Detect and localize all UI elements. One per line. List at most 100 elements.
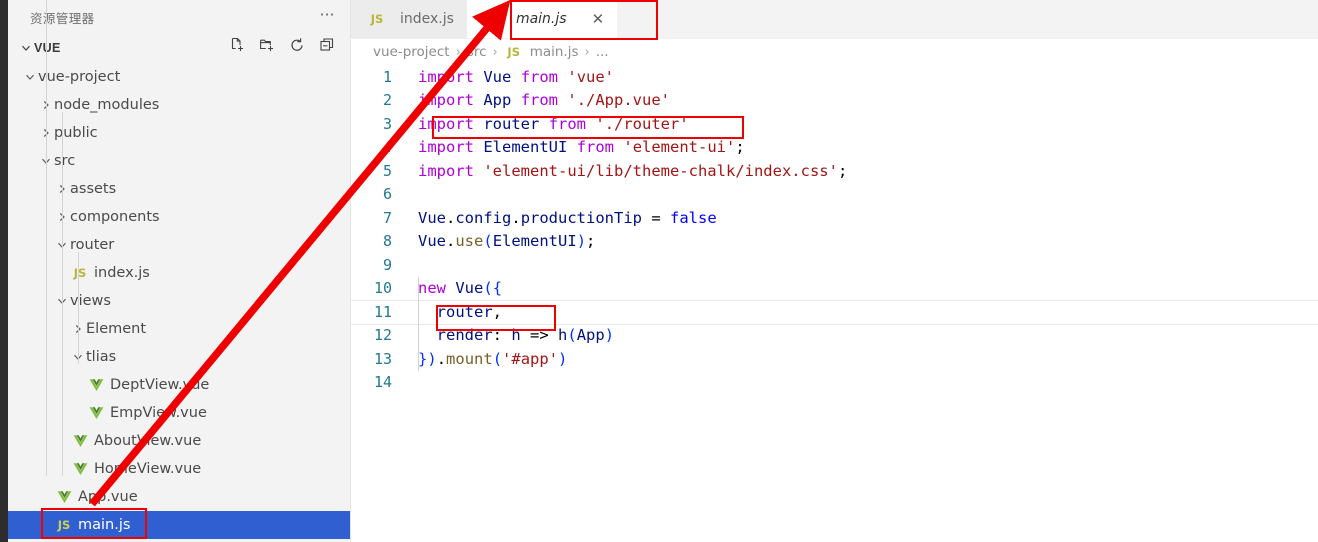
vue-file-icon [86,378,106,392]
tree-item-aboutview-vue[interactable]: AboutView.vue [8,427,350,455]
editor-tab-bar: JS index.js JS main.js ✕ [351,0,1318,39]
line-number: 7 [382,208,392,227]
current-line-border-bottom [351,323,1318,325]
ellipsis-icon[interactable]: ⋯ [320,7,337,25]
explorer-actions [229,37,336,59]
breadcrumb-item-src[interactable]: src [467,44,487,60]
line-number: 10 [373,279,392,298]
line-content: router, [436,302,503,321]
line-content: Vue.config.productionTip = false [418,208,717,227]
tree-item-src[interactable]: src [8,147,350,175]
chevron-right-icon: › [492,44,498,60]
code-line: 13 }).mount('#app') [351,347,1318,371]
tree-item-label: App.vue [78,489,138,505]
tree-indent-guide [78,252,79,364]
tree-item-main-js[interactable]: JS main.js [8,511,350,539]
chevron-right-icon: › [584,44,590,60]
breadcrumb: vue-project › src › JS main.js ›... [351,39,1318,65]
tree-indent-guide [62,112,63,476]
code-editor[interactable]: 1 import Vue from 'vue' 2 import App from '… [351,65,1318,394]
collapse-all-icon[interactable] [319,37,336,59]
tree-item-public[interactable]: public [8,119,350,147]
explorer-title: 资源管理器 [30,11,95,26]
js-file-icon: JS [370,12,384,26]
tree-item-node-modules[interactable]: node_modules [8,91,350,119]
tree-item-label: tlias [86,349,117,365]
tree-item-label: EmpView.vue [110,405,207,421]
js-file-icon: JS [57,518,71,532]
chevron-down-icon [18,40,34,56]
new-file-icon[interactable] [229,37,246,59]
editor-tab-index-js[interactable]: JS index.js [351,0,467,38]
code-line: 1 import Vue from 'vue' [351,65,1318,89]
line-number: 3 [382,114,392,133]
tree-item-assets[interactable]: assets [8,175,350,203]
tree-item-label: DeptView.vue [110,377,210,393]
tree-item-label: src [54,153,76,169]
tree-item-label: node_modules [54,97,160,113]
vue-file-icon [86,406,106,420]
code-line: 10 new Vue({ [351,277,1318,301]
tree-item-components[interactable]: components [8,203,350,231]
editor-tab-label: index.js [400,11,454,27]
line-content: Vue.use(ElementUI); [418,232,596,251]
chevron-right-icon: › [455,44,461,60]
breadcrumb-item----[interactable]: ... [596,44,609,60]
code-line: 12 render: h => h(App) [351,324,1318,348]
line-number: 1 [382,67,392,86]
line-number: 4 [382,138,392,157]
tree-item-label: router [70,237,115,253]
code-line: 8 Vue.use(ElementUI); [351,230,1318,254]
tree-item-views[interactable]: views [8,287,350,315]
tree-item-empview-vue[interactable]: EmpView.vue [8,399,350,427]
code-indent-guide [418,276,419,371]
tree-item-label: components [70,209,160,225]
line-content: import 'element-ui/lib/theme-chalk/index… [418,161,848,180]
explorer-section-vue[interactable]: VUE [8,35,350,61]
tree-item-deptview-vue[interactable]: DeptView.vue [8,371,350,399]
editor-area: JS index.js JS main.js ✕ vue-project › src › JS m… [351,0,1318,542]
breadcrumb-item-main-js[interactable]: main.js [530,44,579,60]
line-content: new Vue({ [418,279,503,298]
line-number: 2 [382,91,392,110]
tree-item-vue-project[interactable]: vue-project [8,63,350,91]
line-number: 12 [373,326,392,345]
line-number: 13 [373,349,392,368]
chevron-down-icon [22,69,38,85]
line-content: import App from './App.vue' [418,91,671,110]
line-content: }).mount('#app') [418,349,568,368]
close-icon[interactable]: ✕ [592,11,605,27]
tree-item-homeview-vue[interactable]: HomeView.vue [8,455,350,483]
tree-item-label: vue-project [38,69,121,85]
explorer-header: 资源管理器 ⋯ [8,0,350,35]
code-line: 4 import ElementUI from 'element-ui'; [351,136,1318,160]
code-line: 6 [351,183,1318,207]
line-content: import router from './router' [418,114,689,133]
current-line-border-top [351,300,1318,301]
line-number: 14 [373,373,392,392]
line-number: 8 [382,232,392,251]
code-line: 11 router, [351,300,1318,324]
breadcrumb-item-vue-project[interactable]: vue-project [373,44,450,60]
explorer-sidebar: 资源管理器 ⋯ VUE vue-project node_modules pub… [8,0,351,542]
tree-item-label: public [54,125,98,141]
tree-indent-guide [46,0,47,476]
new-folder-icon[interactable] [259,37,276,59]
code-line: 9 [351,253,1318,277]
code-line: 2 import App from './App.vue' [351,89,1318,113]
tree-item-label: index.js [94,265,150,281]
tree-item-router[interactable]: router [8,231,350,259]
tab-bar-empty-space [617,0,1318,38]
js-file-icon: JS [486,12,500,26]
tree-item-label: Element [86,321,147,337]
line-number: 9 [382,255,392,274]
tree-item-index-js[interactable]: JS index.js [8,259,350,287]
editor-tab-main-js[interactable]: JS main.js ✕ [466,0,618,38]
tree-item-tlias[interactable]: tlias [8,343,350,371]
tree-item-element[interactable]: Element [8,315,350,343]
line-content: import ElementUI from 'element-ui'; [418,138,745,157]
refresh-icon[interactable] [289,37,306,59]
code-line: 7 Vue.config.productionTip = false [351,206,1318,230]
js-file-icon: JS [73,266,87,280]
tree-item-app-vue[interactable]: App.vue [8,483,350,511]
